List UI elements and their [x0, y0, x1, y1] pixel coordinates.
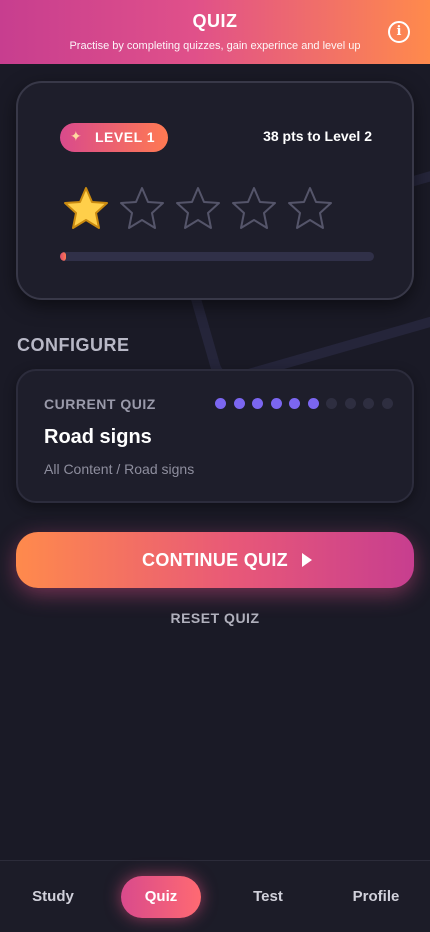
level-progress-fill [60, 252, 67, 261]
nav-tab-quiz-label: Quiz [144, 888, 178, 905]
header-bar: QUIZ Practise by completing quizzes, gai… [0, 0, 430, 64]
progress-dot-pending [344, 398, 356, 409]
nav-tab-quiz[interactable]: Quiz [121, 876, 201, 918]
star-empty-icon [120, 187, 164, 229]
quiz-path: All Content / Road signs [44, 461, 195, 477]
current-quiz-label: CURRENT QUIZ [44, 396, 156, 412]
play-icon [302, 553, 312, 567]
progress-dot-complete [270, 398, 282, 409]
progress-dot-pending [381, 398, 393, 409]
points-to-next-level: 38 pts to Level 2 [263, 128, 372, 144]
star-empty-icon [232, 187, 276, 229]
progress-dot-complete [252, 398, 263, 409]
progress-dot-pending [326, 398, 337, 409]
quiz-screen: QUIZ Practise by completing quizzes, gai… [0, 0, 430, 932]
continue-quiz-label: CONTINUE QUIZ [142, 550, 288, 570]
star-filled-icon [64, 187, 108, 229]
page-subtitle: Practise by completing quizzes, gain exp… [69, 40, 361, 52]
level-label: LEVEL 1 [95, 129, 156, 145]
info-icon[interactable]: i [388, 21, 410, 43]
sparkles-icon: ✦ [70, 128, 82, 144]
progress-dot-complete [289, 398, 300, 409]
star-empty-icon [288, 187, 332, 229]
reset-quiz-button[interactable]: RESET QUIZ [0, 610, 430, 626]
level-badge: ✦ LEVEL 1 [60, 123, 168, 152]
progress-dot-complete [215, 398, 226, 409]
nav-tab-test[interactable]: Test [214, 888, 322, 905]
bottom-nav: Study Quiz Test Profile [0, 860, 430, 932]
progress-dot-complete [307, 398, 319, 409]
configure-heading: CONFIGURE [17, 335, 130, 355]
current-quiz-card[interactable]: CURRENT QUIZ Road signs All Content / Ro… [16, 369, 414, 503]
nav-tab-profile[interactable]: Profile [322, 888, 430, 905]
progress-dot-pending [363, 398, 374, 409]
page-title: QUIZ [192, 11, 238, 31]
level-card: ✦ LEVEL 1 38 pts to Level 2 [16, 81, 414, 300]
star-empty-icon [176, 187, 220, 229]
level-progress-bar [60, 252, 374, 261]
progress-dot-complete [233, 398, 245, 409]
continue-quiz-button[interactable]: CONTINUE QUIZ [16, 532, 414, 588]
quiz-name: Road signs [44, 426, 152, 448]
nav-tab-study[interactable]: Study [0, 888, 106, 905]
